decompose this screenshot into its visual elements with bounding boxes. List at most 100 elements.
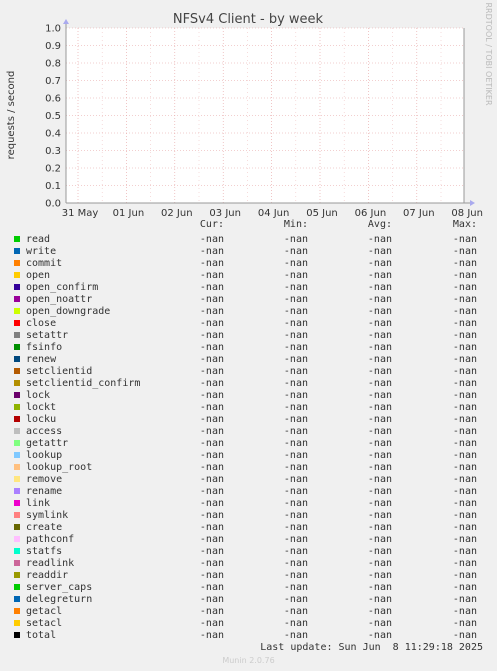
value-max: -nan	[452, 318, 477, 329]
value-avg: -nan	[367, 582, 392, 593]
x-tick-label: 08 Jun	[451, 208, 483, 219]
value-avg: -nan	[367, 534, 392, 545]
value-max: -nan	[452, 582, 477, 593]
legend-swatch	[14, 236, 20, 242]
legend-swatch	[14, 464, 20, 470]
x-tick-label: 01 Jun	[113, 208, 145, 219]
value-avg: -nan	[367, 498, 392, 509]
legend-row-write: write -nan -nan -nan -nan	[0, 246, 497, 258]
y-tick-label: 0.4	[45, 129, 61, 140]
legend-swatch	[14, 404, 20, 410]
value-cur: -nan	[199, 366, 224, 377]
series-name: write	[26, 246, 57, 257]
value-max: -nan	[452, 606, 477, 617]
value-min: -nan	[283, 414, 308, 425]
value-avg: -nan	[367, 234, 392, 245]
value-cur: -nan	[199, 342, 224, 353]
value-cur: -nan	[199, 630, 224, 641]
value-max: -nan	[452, 234, 477, 245]
value-max: -nan	[452, 390, 477, 401]
legend-row-renew: renew -nan -nan -nan -nan	[0, 354, 497, 366]
value-min: -nan	[283, 498, 308, 509]
series-name: locku	[26, 414, 57, 425]
value-cur: -nan	[199, 594, 224, 605]
value-avg: -nan	[367, 426, 392, 437]
value-max: -nan	[452, 426, 477, 437]
value-min: -nan	[283, 486, 308, 497]
legend-swatch	[14, 572, 20, 578]
value-min: -nan	[283, 462, 308, 473]
legend-row-create: create -nan -nan -nan -nan	[0, 522, 497, 534]
legend-row-open_confirm: open_confirm -nan -nan -nan -nan	[0, 282, 497, 294]
value-max: -nan	[452, 534, 477, 545]
legend-swatch	[14, 296, 20, 302]
legend-row-open: open -nan -nan -nan -nan	[0, 270, 497, 282]
value-cur: -nan	[199, 546, 224, 557]
value-avg: -nan	[367, 630, 392, 641]
rrdtool-side-label: RRDTOOL / TOBI OETIKER	[484, 2, 493, 105]
value-cur: -nan	[199, 246, 224, 257]
x-tick-label: 03 Jun	[209, 208, 241, 219]
value-min: -nan	[283, 582, 308, 593]
legend-swatch	[14, 392, 20, 398]
legend-row-server_caps: server_caps -nan -nan -nan -nan	[0, 582, 497, 594]
legend-row-close: close -nan -nan -nan -nan	[0, 318, 497, 330]
series-name: link	[26, 498, 51, 509]
value-min: -nan	[283, 390, 308, 401]
value-max: -nan	[452, 282, 477, 293]
value-avg: -nan	[367, 570, 392, 581]
y-tick-label: 0.1	[45, 181, 61, 192]
value-max: -nan	[452, 630, 477, 641]
value-cur: -nan	[199, 378, 224, 389]
value-min: -nan	[283, 282, 308, 293]
value-max: -nan	[452, 438, 477, 449]
value-avg: -nan	[367, 546, 392, 557]
value-min: -nan	[283, 546, 308, 557]
series-name: fsinfo	[26, 342, 63, 353]
value-cur: -nan	[199, 474, 224, 485]
value-min: -nan	[283, 534, 308, 545]
series-name: lock	[26, 390, 51, 401]
legend-swatch	[14, 308, 20, 314]
legend-swatch	[14, 260, 20, 266]
value-min: -nan	[283, 450, 308, 461]
value-cur: -nan	[199, 390, 224, 401]
legend-row-lock: lock -nan -nan -nan -nan	[0, 390, 497, 402]
value-cur: -nan	[199, 414, 224, 425]
series-name: getattr	[26, 438, 69, 449]
value-min: -nan	[283, 258, 308, 269]
value-cur: -nan	[199, 354, 224, 365]
legend-row-access: access -nan -nan -nan -nan	[0, 426, 497, 438]
value-cur: -nan	[199, 402, 224, 413]
series-name: pathconf	[26, 534, 75, 545]
value-max: -nan	[452, 510, 477, 521]
value-avg: -nan	[367, 366, 392, 377]
value-cur: -nan	[199, 294, 224, 305]
value-avg: -nan	[367, 402, 392, 413]
legend-header-cur: Cur:	[199, 219, 224, 230]
value-max: -nan	[452, 414, 477, 425]
value-cur: -nan	[199, 234, 224, 245]
value-cur: -nan	[199, 510, 224, 521]
legend-row-setclientid_confirm: setclientid_confirm -nan -nan -nan -nan	[0, 378, 497, 390]
value-min: -nan	[283, 594, 308, 605]
value-min: -nan	[283, 522, 308, 533]
value-max: -nan	[452, 618, 477, 629]
y-tick-label: 0.2	[45, 164, 61, 175]
legend-row-locku: locku -nan -nan -nan -nan	[0, 414, 497, 426]
value-avg: -nan	[367, 306, 392, 317]
value-cur: -nan	[199, 318, 224, 329]
series-name: open_noattr	[26, 294, 93, 305]
value-max: -nan	[452, 378, 477, 389]
value-min: -nan	[283, 318, 308, 329]
value-cur: -nan	[199, 438, 224, 449]
legend-row-readlink: readlink -nan -nan -nan -nan	[0, 558, 497, 570]
legend-swatch	[14, 620, 20, 626]
x-tick-label: 07 Jun	[403, 208, 435, 219]
legend-header-max: Max:	[452, 219, 477, 230]
value-avg: -nan	[367, 330, 392, 341]
legend-row-fsinfo: fsinfo -nan -nan -nan -nan	[0, 342, 497, 354]
series-name: lookup_root	[26, 462, 93, 473]
value-cur: -nan	[199, 618, 224, 629]
value-cur: -nan	[199, 570, 224, 581]
